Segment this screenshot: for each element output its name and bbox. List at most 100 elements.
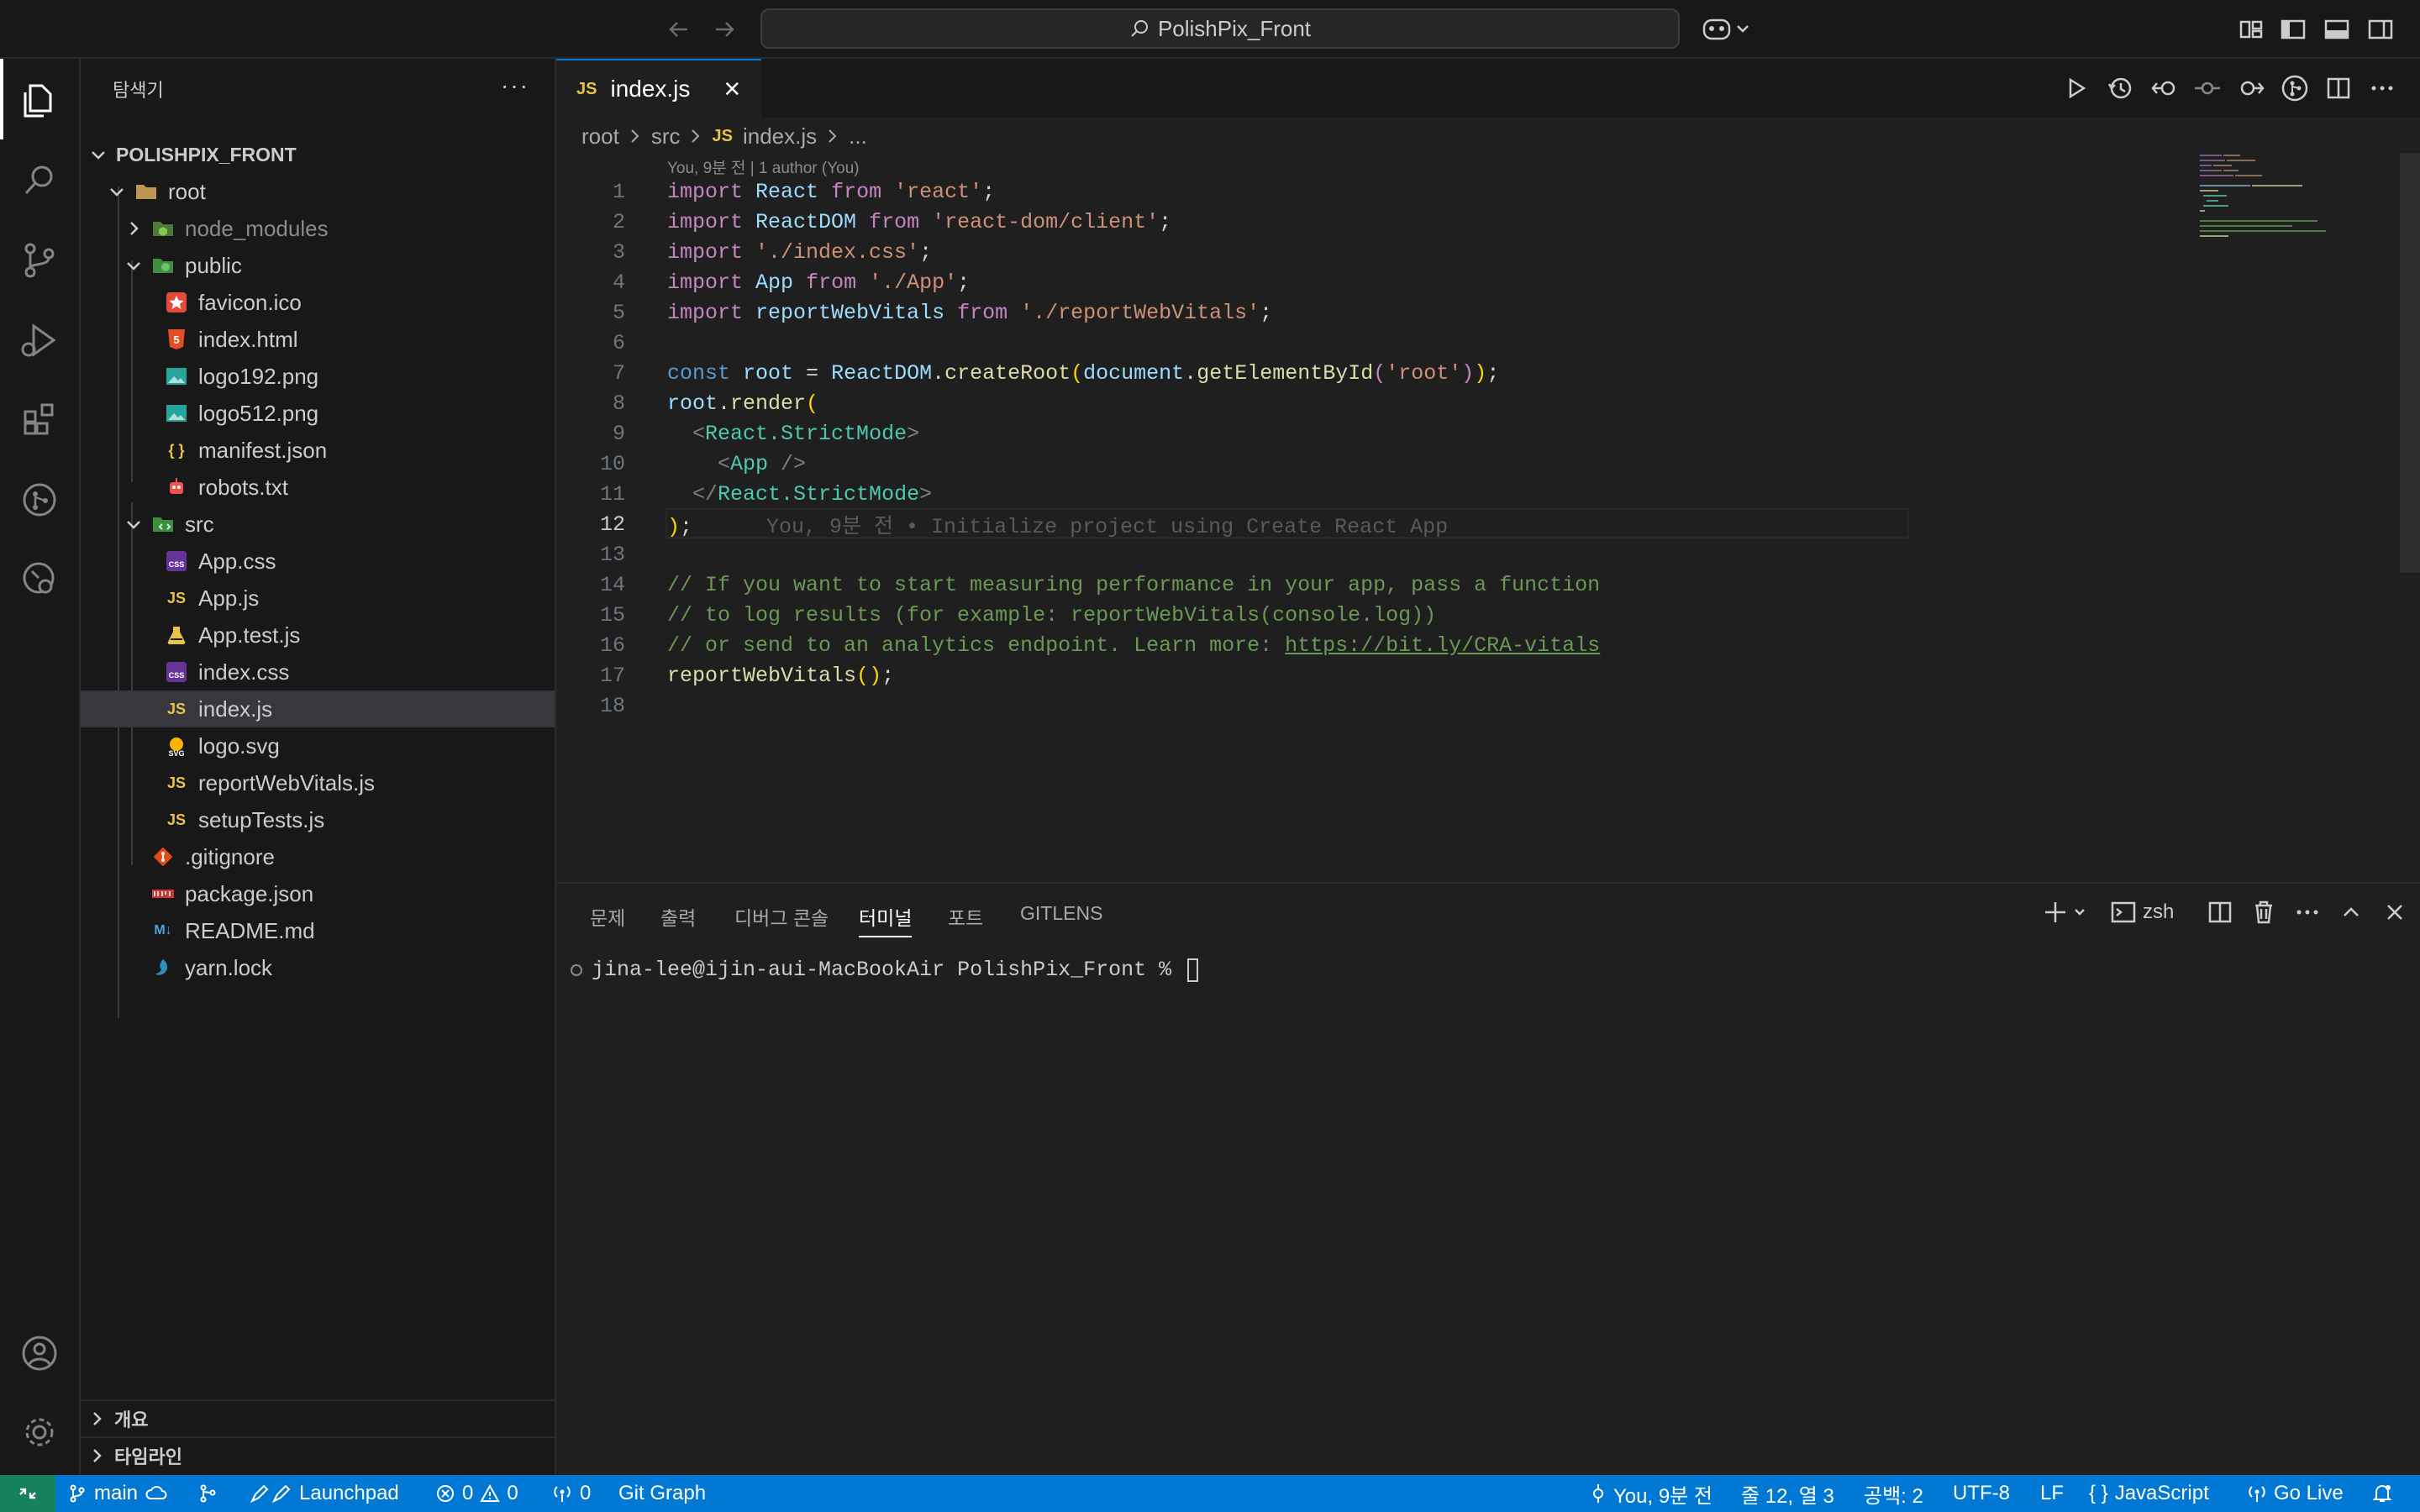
tree-item-gitignore[interactable]: .gitignore [81, 838, 555, 875]
more-actions-icon[interactable] [2294, 899, 2321, 926]
tab-output[interactable]: 출력 [660, 902, 696, 931]
gitlens-status-icon[interactable] [197, 1475, 218, 1512]
toggle-sidebar-icon[interactable] [2279, 15, 2307, 44]
branch-status[interactable]: main [67, 1475, 168, 1512]
gitlens-inspect-icon[interactable] [2281, 74, 2309, 102]
arrow-left-icon[interactable] [664, 15, 694, 44]
indentation[interactable]: 공백: 2 [1864, 1475, 1923, 1512]
tree-item-public[interactable]: public [81, 247, 555, 284]
notifications-bell-icon[interactable] [2371, 1475, 2393, 1512]
explorer-icon[interactable] [18, 79, 60, 121]
launchpad-status[interactable]: Launchpad [249, 1475, 399, 1512]
toggle-panel-icon[interactable] [2323, 15, 2351, 44]
line-number: 3 [612, 239, 625, 265]
encoding[interactable]: UTF-8 [1953, 1475, 2010, 1512]
tree-item-app-js[interactable]: JS App.js [81, 580, 555, 617]
go-live-button[interactable]: Go Live [2247, 1475, 2344, 1512]
arrow-right-icon[interactable] [709, 15, 739, 44]
timeline-section[interactable]: 타임라인 [81, 1436, 555, 1473]
editor-scrollbar[interactable] [2400, 153, 2420, 573]
minimap[interactable] [2200, 153, 2402, 237]
timeline-label: 타임라인 [114, 1446, 182, 1467]
tab-index-js[interactable]: JS index.js × [556, 59, 761, 118]
search-icon[interactable] [18, 160, 60, 202]
previous-change-icon[interactable] [2193, 74, 2222, 102]
activity-bar [0, 59, 81, 1475]
breadcrumb-item[interactable]: ... [849, 123, 867, 150]
tab-debug-console[interactable]: 디버그 콘솔 [734, 902, 829, 931]
language-mode[interactable]: { } JavaScript [2089, 1475, 2209, 1512]
markdown-file-icon: M↓ [154, 923, 172, 937]
command-center-search[interactable]: PolishPix_Front [760, 8, 1680, 49]
breadcrumb-item[interactable]: root [581, 123, 619, 150]
split-editor-icon[interactable] [2324, 74, 2353, 102]
more-actions-icon[interactable]: ··· [501, 72, 529, 99]
tree-item-label: index.js [198, 696, 273, 722]
tree-item-logo512[interactable]: logo512.png [81, 395, 555, 432]
tree-item-setup-tests[interactable]: JS setupTests.js [81, 801, 555, 838]
breadcrumb-item[interactable]: index.js [743, 123, 817, 150]
source-control-icon[interactable] [18, 239, 60, 281]
run-icon[interactable] [2062, 74, 2091, 102]
cursor-position[interactable]: 줄 12, 열 3 [1741, 1475, 1834, 1512]
remote-explorer-icon[interactable] [18, 558, 60, 600]
end-of-line[interactable]: LF [2040, 1475, 2064, 1512]
ports-status[interactable]: 0 [551, 1475, 591, 1512]
more-actions-icon[interactable] [2368, 74, 2396, 102]
tree-item-src[interactable]: src [81, 506, 555, 543]
tree-item-logo192[interactable]: logo192.png [81, 358, 555, 395]
git-graph-button[interactable]: Git Graph [618, 1475, 706, 1512]
new-terminal-icon[interactable] [2044, 899, 2091, 926]
toggle-secondary-sidebar-icon[interactable] [2366, 15, 2395, 44]
problems-status[interactable]: 0 0 [435, 1475, 518, 1512]
close-icon[interactable]: × [723, 73, 740, 106]
tab-problems[interactable]: 문제 [590, 902, 625, 931]
tree-item-manifest[interactable]: { } manifest.json [81, 432, 555, 469]
code-line: 5 import reportWebVitals from './reportW… [556, 297, 2400, 328]
terminal-output[interactable]: jina-lee@ijin-aui-MacBookAir PolishPix_F… [568, 958, 1199, 982]
tab-terminal[interactable]: 터미널 [859, 902, 913, 937]
breadcrumb-item[interactable]: src [651, 123, 681, 150]
tree-item-root[interactable]: root [81, 173, 555, 210]
remote-indicator[interactable] [0, 1475, 55, 1512]
tree-item-report-web-vitals[interactable]: JS reportWebVitals.js [81, 764, 555, 801]
extensions-icon[interactable] [18, 398, 60, 440]
open-changes-icon[interactable] [2149, 74, 2178, 102]
codelens-blame[interactable]: You, 9분 전 | 1 author (You) [667, 155, 860, 178]
trash-icon[interactable] [2250, 899, 2277, 926]
tree-item-index-js[interactable]: JS index.js [81, 690, 555, 727]
tree-item-app-test[interactable]: App.test.js [81, 617, 555, 654]
tab-ports[interactable]: 포트 [948, 902, 983, 931]
terminal-shell-selector[interactable]: zsh [2111, 899, 2186, 926]
tree-item-readme[interactable]: M↓ README.md [81, 912, 555, 949]
accounts-icon[interactable] [18, 1332, 60, 1374]
root-folder-header[interactable]: POLISHPIX_FRONT [81, 136, 555, 173]
tree-item-index-css[interactable]: CSS index.css [81, 654, 555, 690]
manage-gear-icon[interactable] [18, 1411, 60, 1453]
tree-item-robots[interactable]: robots.txt [81, 469, 555, 506]
copilot-icon[interactable] [1701, 15, 1754, 44]
css-file-icon: CSS [165, 549, 188, 573]
timeline-history-icon[interactable] [2106, 74, 2134, 102]
tree-item-package-json[interactable]: package.json [81, 875, 555, 912]
next-change-icon[interactable] [2237, 74, 2265, 102]
tree-item-label: setupTests.js [198, 806, 325, 832]
tab-gitlens[interactable]: GITLENS [1020, 902, 1102, 925]
code-link[interactable]: https://bit.ly/CRA-vitals [1285, 633, 1600, 658]
split-terminal-icon[interactable] [2207, 899, 2233, 926]
outline-section[interactable]: 개요 [81, 1399, 555, 1436]
gitlens-icon[interactable] [18, 479, 60, 521]
tree-item-node-modules[interactable]: node_modules [81, 210, 555, 247]
tree-item-index-html[interactable]: 5 index.html [81, 321, 555, 358]
layout-customize-icon[interactable] [2237, 15, 2265, 44]
chevron-right-icon [93, 1412, 102, 1425]
inline-blame[interactable]: You, 9분 전 • Initialize project using Cre… [766, 515, 1448, 539]
blame-status[interactable]: You, 9분 전 [1590, 1475, 1712, 1512]
close-panel-icon[interactable] [2381, 899, 2408, 926]
run-debug-icon[interactable] [18, 319, 60, 361]
maximize-panel-icon[interactable] [2338, 899, 2365, 926]
tree-item-app-css[interactable]: CSS App.css [81, 543, 555, 580]
tree-item-logo-svg[interactable]: SVG logo.svg [81, 727, 555, 764]
tree-item-favicon[interactable]: favicon.ico [81, 284, 555, 321]
tree-item-yarn-lock[interactable]: yarn.lock [81, 949, 555, 986]
